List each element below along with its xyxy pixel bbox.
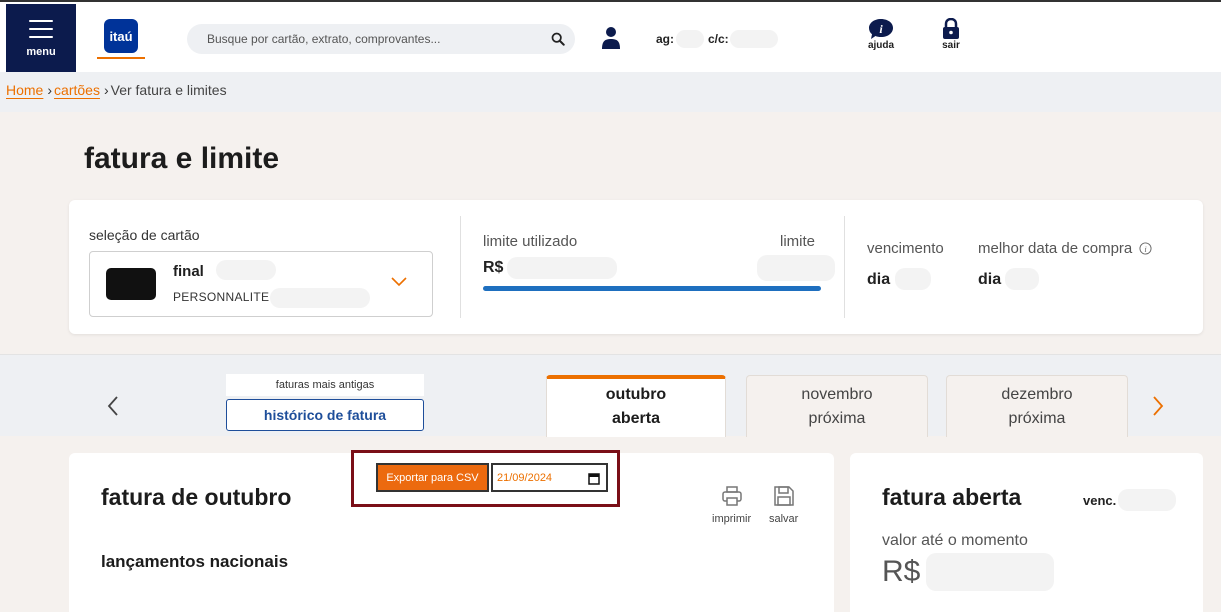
card-number-redacted [216,260,276,280]
info-icon[interactable]: i [1139,242,1152,255]
breadcrumb-separator: › [47,82,53,98]
breadcrumb-separator: › [103,82,109,98]
limit-progress-bar [483,286,821,291]
tab-october[interactable]: outubro aberta [546,375,726,437]
limit-label: limite [780,233,816,250]
best-purchase-date-value: dia [978,271,1002,288]
svg-text:i: i [1145,245,1148,254]
best-day-redacted [1005,268,1039,290]
tab-november[interactable]: novembro próxima [746,375,928,437]
printer-icon [721,486,742,506]
limit-total-redacted [757,255,835,281]
domestic-transactions-heading: lançamentos nacionais [101,552,289,571]
limit-used-value: R$ [483,259,504,276]
tab-month: novembro [801,386,873,403]
due-date-label: vencimento [867,240,944,257]
itau-logo[interactable]: itaú [104,19,138,53]
card-select-label: seleção de cartão [89,227,200,243]
save-button[interactable]: salvar [769,485,798,525]
lock-icon [943,18,959,39]
open-invoice-due-label: venc. [1083,493,1117,508]
print-button[interactable]: imprimir [712,485,751,525]
help-label: ajuda [867,40,895,51]
card-holder-redacted [270,288,370,308]
tab-month: outubro [605,386,667,403]
divider [460,216,461,318]
tab-status: próxima [808,410,866,427]
best-purchase-date-label: melhor data de compra i [978,240,1152,257]
search-icon[interactable] [551,32,565,46]
open-invoice-title: fatura aberta [882,484,1022,510]
current-value-redacted [926,553,1054,591]
invoice-history-button[interactable]: histórico de fatura [226,399,424,431]
divider [844,216,845,318]
card-select-dropdown[interactable]: final PERSONNALITE [89,251,433,317]
menu-button[interactable]: menu [6,4,76,74]
current-value-label: valor até o momento [882,532,1028,549]
calendar-icon[interactable] [588,472,600,485]
invoice-title: fatura de outubro [101,484,292,510]
exit-button[interactable]: sair [936,18,966,51]
logo-underline [97,57,145,59]
account-redacted [730,30,778,48]
page-title: fatura e limite [84,142,280,175]
card-summary: seleção de cartão final PERSONNALITE lim… [69,200,1203,334]
hamburger-icon [29,20,53,38]
help-button[interactable]: i ajuda [864,18,898,51]
help-icon: i [869,19,893,39]
account-label: c/c: [708,32,729,46]
breadcrumb-bar: Home › cartões › Ver fatura e limites [0,72,1221,112]
floppy-disk-icon [773,486,794,506]
card-thumbnail [106,268,156,300]
exit-label: sair [942,40,960,51]
tab-status: próxima [1008,410,1066,427]
search-input[interactable] [207,32,537,46]
menu-label: menu [26,46,56,58]
chevron-down-icon [391,277,407,287]
save-label: salvar [769,513,799,525]
tab-month: dezembro [1001,386,1073,403]
user-icon[interactable] [601,26,621,50]
tab-december[interactable]: dezembro próxima [946,375,1128,437]
export-date-value: 21/09/2024 [497,471,553,484]
breadcrumb-home-link[interactable]: Home [6,82,43,98]
breadcrumb-cards-link[interactable]: cartões [54,82,100,98]
card-final-label: final [173,263,204,280]
best-purchase-date-text: melhor data de compra [978,240,1133,257]
export-date-input[interactable]: 21/09/2024 [491,463,608,492]
export-highlight-box: Exportar para CSV 21/09/2024 [351,450,620,507]
due-date-redacted [1118,489,1176,511]
limit-used-redacted [507,257,617,279]
top-bar: menu itaú ag: c/c: i ajuda sair [0,0,1221,74]
agency-label: ag: [656,32,674,46]
card-type: PERSONNALITE [173,290,270,304]
breadcrumb-current: Ver fatura e limites [110,82,227,98]
due-day-redacted [895,268,931,290]
due-date-value: dia [867,271,891,288]
export-csv-button[interactable]: Exportar para CSV [376,463,489,492]
older-invoices-caption: faturas mais antigas [226,374,424,396]
print-label: imprimir [712,513,752,525]
breadcrumb: Home › cartões › Ver fatura e limites [6,82,227,98]
chevron-right-icon[interactable] [1151,395,1165,417]
open-invoice-panel: fatura aberta venc. valor até o momento … [850,453,1203,612]
limit-used-label: limite utilizado [483,233,578,250]
agency-redacted [676,30,704,48]
tab-status: aberta [611,410,661,427]
chevron-left-icon[interactable] [106,395,120,417]
current-value-currency: R$ [882,555,921,588]
search-bar [187,24,575,54]
